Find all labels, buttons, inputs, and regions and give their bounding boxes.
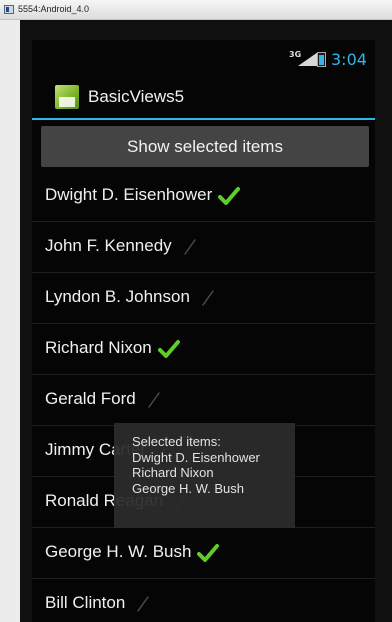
- list-item[interactable]: John F. Kennedy: [32, 222, 375, 273]
- toast-line: Dwight D. Eisenhower: [132, 449, 260, 465]
- unchecked-checkmark-icon: [137, 595, 150, 612]
- emulator-window-title: 5554:Android_4.0: [18, 4, 90, 14]
- list-item-label: Lyndon B. Johnson: [45, 287, 218, 308]
- emulator-window-icon: [4, 5, 14, 14]
- toast-title: Selected items:: [132, 434, 221, 449]
- list-item[interactable]: Lyndon B. Johnson: [32, 273, 375, 324]
- list-item-label: George H. W. Bush: [45, 542, 220, 563]
- checked-checkmark-icon: [197, 543, 220, 562]
- phone-screen: 3G 3:04 BasicViews5 Show selected items …: [32, 40, 375, 622]
- list-item[interactable]: Bill Clinton: [32, 579, 375, 622]
- unchecked-checkmark-icon: [183, 238, 196, 255]
- app-title: BasicViews5: [88, 87, 185, 106]
- checked-checkmark-icon: [157, 339, 180, 358]
- battery-icon: [317, 52, 326, 67]
- action-bar: BasicViews5: [32, 76, 375, 118]
- list-item-label: Bill Clinton: [45, 593, 153, 614]
- checked-checkmark-icon: [218, 186, 241, 205]
- app-icon[interactable]: [55, 85, 79, 109]
- list-item[interactable]: Richard Nixon: [32, 324, 375, 375]
- action-bar-divider: [32, 118, 375, 120]
- status-bar: 3G 3:04: [32, 40, 375, 76]
- toast-line: George H. W. Bush: [132, 480, 244, 496]
- unchecked-checkmark-icon: [202, 289, 214, 306]
- list-item-label: Richard Nixon: [45, 338, 180, 359]
- selected-items-toast: Selected items: Dwight D. Eisenhower Ric…: [114, 423, 295, 528]
- status-clock: 3:04: [331, 50, 367, 69]
- list-item-label: Gerald Ford: [45, 389, 164, 410]
- list-item[interactable]: Dwight D. Eisenhower: [32, 171, 375, 222]
- unchecked-checkmark-icon: [147, 391, 160, 408]
- list-item[interactable]: Gerald Ford: [32, 375, 375, 426]
- signal-icon: [298, 52, 318, 66]
- list-item-label: Dwight D. Eisenhower: [45, 185, 241, 206]
- list-item-label: John F. Kennedy: [45, 236, 200, 257]
- emulator-titlebar: 5554:Android_4.0: [0, 0, 392, 20]
- list-item[interactable]: George H. W. Bush: [32, 528, 375, 579]
- show-selected-items-button[interactable]: Show selected items: [41, 126, 369, 167]
- toast-line: Richard Nixon: [132, 465, 214, 480]
